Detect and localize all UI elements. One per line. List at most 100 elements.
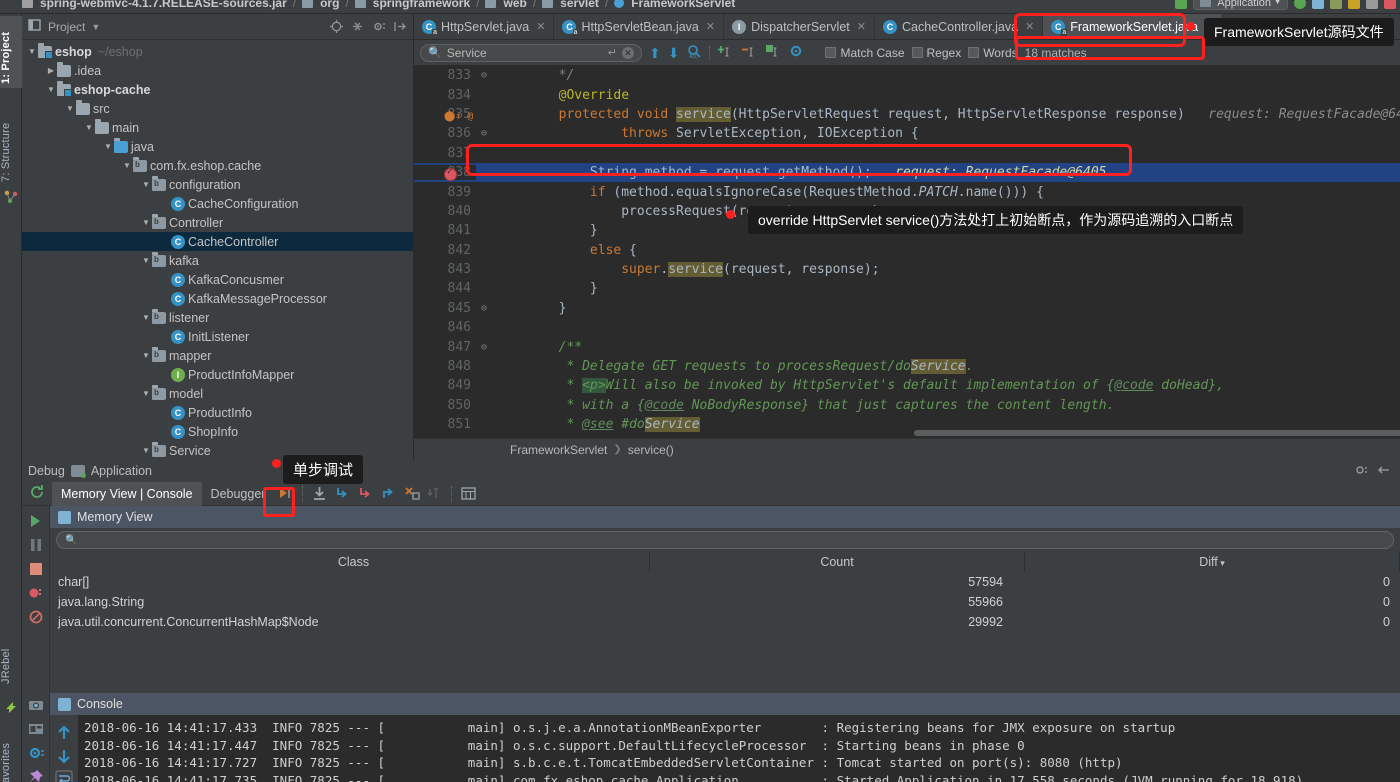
editor-tab[interactable]: CHttpServlet.java ✕ bbox=[414, 14, 555, 39]
hide-panel-icon[interactable] bbox=[1378, 464, 1390, 479]
debug-icon[interactable] bbox=[1312, 0, 1324, 9]
step-out-icon[interactable] bbox=[380, 485, 397, 502]
chevron-down-icon[interactable]: ▼ bbox=[26, 47, 38, 56]
tree-node[interactable]: ▼ java bbox=[22, 137, 413, 156]
breadcrumb-method[interactable]: service() bbox=[628, 443, 674, 457]
resume-icon[interactable] bbox=[27, 512, 45, 530]
close-icon[interactable]: ✕ bbox=[622, 46, 634, 59]
table-row[interactable]: java.lang.String 55966 0 bbox=[50, 592, 1400, 612]
editor-tab[interactable]: CFrameworkServlet.java✕ bbox=[1043, 14, 1224, 39]
breadcrumb-class[interactable]: FrameworkServlet bbox=[510, 443, 607, 457]
pause-icon[interactable] bbox=[27, 536, 45, 554]
column-header-diff[interactable]: Diff ▾ bbox=[1025, 552, 1400, 572]
close-icon[interactable]: ✕ bbox=[536, 20, 545, 33]
close-icon[interactable]: ✕ bbox=[857, 20, 866, 33]
tree-node[interactable]: ▼ eshop-cache bbox=[22, 80, 413, 99]
chevron-down-icon[interactable]: ▼ bbox=[102, 142, 114, 151]
profile-icon[interactable] bbox=[1348, 0, 1360, 9]
tree-node[interactable]: ▼ com.fx.eshop.cache bbox=[22, 156, 413, 175]
tree-node[interactable]: ▼ src bbox=[22, 99, 413, 118]
tree-node[interactable]: ▶ .idea bbox=[22, 61, 413, 80]
coverage-icon[interactable] bbox=[1330, 0, 1342, 9]
mute-breakpoints-icon[interactable] bbox=[27, 608, 45, 626]
code-line[interactable]: 837 bbox=[414, 144, 1400, 163]
chevron-down-icon[interactable]: ▼ bbox=[64, 104, 76, 113]
layout-icon[interactable] bbox=[27, 720, 45, 738]
find-previous-button[interactable]: ⬆ bbox=[649, 46, 661, 60]
editor-tab[interactable]: C CacheController.java ✕ bbox=[875, 14, 1044, 39]
code-line[interactable]: 846 bbox=[414, 318, 1400, 337]
breadcrumb-item-5[interactable]: FrameworkServlet bbox=[631, 0, 735, 10]
tab-memory-view-console[interactable]: Memory View | Console bbox=[52, 481, 202, 506]
code-line[interactable]: 850 * with a {@code NoBodyResponse} that… bbox=[414, 396, 1400, 415]
tree-node[interactable]: ▼ model bbox=[22, 384, 413, 403]
stop-icon[interactable] bbox=[1366, 0, 1378, 9]
add-selection-icon[interactable] bbox=[717, 44, 734, 62]
code-line[interactable]: 836 ⊖ throws ServletException, IOExceptio… bbox=[414, 124, 1400, 143]
close-icon[interactable]: ✕ bbox=[1025, 20, 1034, 33]
sidebar-item-favorites[interactable]: Favorites bbox=[0, 714, 22, 782]
sidebar-item-jrebel[interactable]: JRebel bbox=[0, 626, 22, 688]
chevron-down-icon[interactable]: ▼ bbox=[140, 389, 152, 398]
code-line[interactable]: 834 @Override bbox=[414, 85, 1400, 104]
view-breakpoints-icon[interactable] bbox=[27, 584, 45, 602]
editor-tab[interactable]: I DispatcherServlet ✕ bbox=[724, 14, 875, 39]
chevron-down-icon[interactable]: ▼ bbox=[45, 85, 57, 94]
stop-icon[interactable] bbox=[27, 560, 45, 578]
force-step-into-icon[interactable] bbox=[357, 485, 374, 502]
gear-icon[interactable] bbox=[371, 19, 386, 34]
pin-icon[interactable] bbox=[27, 768, 45, 782]
tree-node[interactable]: I ProductInfoMapper bbox=[22, 365, 413, 384]
chevron-down-icon[interactable]: ▼ bbox=[83, 123, 95, 132]
chevron-down-icon[interactable]: ▼ bbox=[140, 218, 152, 227]
select-all-occurrences-icon[interactable] bbox=[765, 44, 782, 62]
code-line[interactable]: 839 if (method.equalsIgnoreCase(RequestM… bbox=[414, 182, 1400, 201]
camera-icon[interactable] bbox=[27, 696, 45, 714]
tree-node[interactable]: ▼ Controller bbox=[22, 213, 413, 232]
tree-node[interactable]: ▼ kafka bbox=[22, 251, 413, 270]
memory-filter-input[interactable]: 🔍 bbox=[56, 531, 1394, 549]
chevron-right-icon[interactable]: ▶ bbox=[45, 66, 57, 75]
sidebar-item-project[interactable]: 1: Project bbox=[0, 16, 22, 88]
column-header-count[interactable]: Count bbox=[650, 552, 1025, 572]
chevron-down-icon[interactable]: ▼ bbox=[140, 351, 152, 360]
hide-panel-icon[interactable] bbox=[392, 19, 407, 34]
table-row[interactable]: char[] 57594 0 bbox=[50, 572, 1400, 592]
tree-node[interactable]: C CacheConfiguration bbox=[22, 194, 413, 213]
settings-gear-icon[interactable] bbox=[27, 744, 45, 762]
words-checkbox[interactable]: Words bbox=[968, 46, 1018, 60]
tab-debugger[interactable]: Debugger bbox=[202, 482, 275, 506]
project-tree[interactable]: ▼ eshop ~/eshop ▶ .idea ▼ eshop-cache ▼ src ▼ main… bbox=[22, 40, 413, 460]
gear-icon[interactable] bbox=[1354, 463, 1368, 480]
scroll-up-icon[interactable] bbox=[55, 724, 73, 742]
regex-checkbox[interactable]: Regex bbox=[911, 46, 961, 60]
step-over-icon[interactable] bbox=[311, 485, 328, 502]
gutter-marker-icon[interactable]: ⬤↑ @ bbox=[444, 111, 473, 122]
code-line[interactable]: 838 String method = request.getMethod();… bbox=[414, 162, 1400, 183]
find-next-button[interactable]: ⬇ bbox=[668, 46, 680, 60]
step-into-icon[interactable] bbox=[334, 485, 351, 502]
chevron-down-icon[interactable]: ▼ bbox=[121, 161, 133, 170]
rerun-icon[interactable] bbox=[29, 484, 45, 503]
filter-gear-icon[interactable] bbox=[789, 44, 805, 62]
run-to-cursor-icon[interactable] bbox=[403, 485, 421, 502]
code-line[interactable]: 843 super.service(request, response); bbox=[414, 260, 1400, 279]
fold-marker-icon[interactable]: ⊖ bbox=[476, 342, 492, 353]
tree-node[interactable]: C CacheController bbox=[22, 232, 413, 251]
editor-horizontal-scrollbar[interactable] bbox=[914, 430, 1400, 436]
stop-red-icon[interactable] bbox=[1384, 0, 1396, 9]
tree-node[interactable]: C KafkaConcusmer bbox=[22, 270, 413, 289]
code-line[interactable]: 833 ⊖ */ bbox=[414, 66, 1400, 85]
chevron-down-icon[interactable]: ▼ bbox=[91, 22, 100, 32]
code-line[interactable]: 847 ⊖ /** bbox=[414, 337, 1400, 356]
tree-node[interactable]: C ShopInfo bbox=[22, 422, 413, 441]
tree-node[interactable]: ▼ mapper bbox=[22, 346, 413, 365]
tree-node[interactable]: ▼ listener bbox=[22, 308, 413, 327]
tree-node[interactable]: ▼ eshop ~/eshop bbox=[22, 42, 413, 61]
editor-tab[interactable]: CHttpServletBean.java ✕ bbox=[554, 14, 725, 39]
chevron-down-icon[interactable]: ▼ bbox=[140, 180, 152, 189]
breadcrumb-item-2[interactable]: springframework bbox=[373, 0, 470, 10]
chevron-down-icon[interactable]: ▼ bbox=[140, 256, 152, 265]
fold-marker-icon[interactable]: ⊖ bbox=[476, 303, 492, 314]
enter-icon[interactable]: ↵ bbox=[608, 46, 617, 59]
